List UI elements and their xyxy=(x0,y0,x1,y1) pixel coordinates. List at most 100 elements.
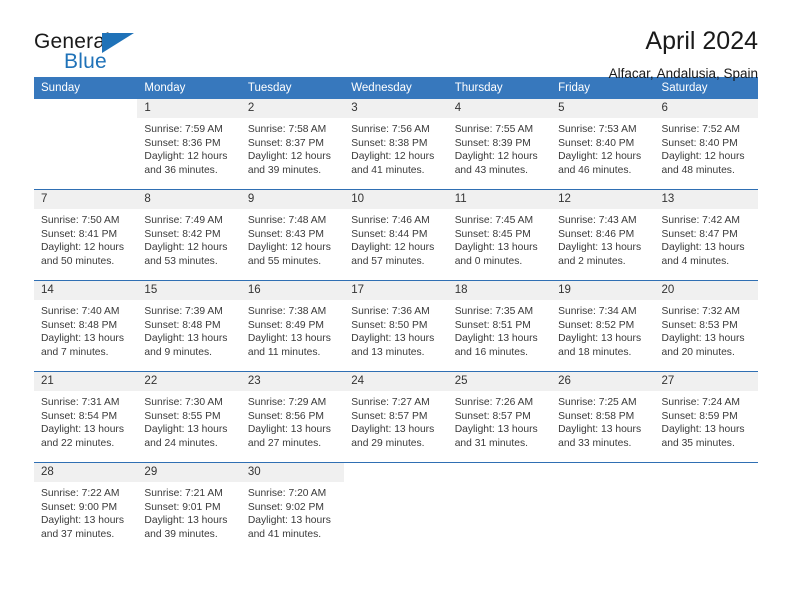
calendar-day-cell[interactable]: 25 Sunrise: 7:26 AM Sunset: 8:57 PM Dayligh… xyxy=(447,371,552,463)
day-cell-content: 22 Sunrise: 7:30 AM Sunset: 8:55 PM Dayligh… xyxy=(137,372,241,462)
day-details: Sunrise: 7:52 AM Sunset: 8:40 PM Daylight:… xyxy=(655,118,758,177)
day-details: Sunrise: 7:35 AM Sunset: 8:51 PM Daylight:… xyxy=(448,300,551,359)
calendar-empty-cell xyxy=(551,462,655,553)
day-cell-content xyxy=(551,463,654,553)
daylight-text-line2: and 41 minutes. xyxy=(247,528,322,540)
calendar-day-cell[interactable]: 6 Sunrise: 7:52 AM Sunset: 8:40 PM Daylight… xyxy=(654,99,758,190)
weekday-header-wednesday: Wednesday xyxy=(344,77,448,99)
calendar-day-cell[interactable]: 12 Sunrise: 7:43 AM Sunset: 8:46 PM Dayligh… xyxy=(551,189,655,281)
day-number: 2 xyxy=(240,99,345,118)
sunrise-text: Sunrise: 7:20 AM xyxy=(247,488,327,499)
calendar-day-cell[interactable]: 23 Sunrise: 7:29 AM Sunset: 8:56 PM Dayligh… xyxy=(240,371,345,463)
calendar-day-cell[interactable]: 9 Sunrise: 7:48 AM Sunset: 8:43 PM Daylight… xyxy=(240,189,345,281)
daylight-text-line2: and 55 minutes. xyxy=(247,255,322,267)
sunrise-text: Sunrise: 7:53 AM xyxy=(558,124,637,135)
brand-logo[interactable]: General Blue xyxy=(34,28,154,76)
day-number: 15 xyxy=(137,281,241,300)
calendar-day-cell[interactable]: 29 Sunrise: 7:21 AM Sunset: 9:01 PM Dayligh… xyxy=(137,462,241,553)
calendar-day-cell[interactable]: 22 Sunrise: 7:30 AM Sunset: 8:55 PM Dayligh… xyxy=(137,371,241,463)
daylight-text-line2: and 33 minutes. xyxy=(558,437,632,449)
daylight-text-line2: and 29 minutes. xyxy=(351,437,425,449)
sunrise-text: Sunrise: 7:43 AM xyxy=(558,215,637,226)
day-cell-content xyxy=(448,463,551,553)
daylight-text-line2: and 37 minutes. xyxy=(41,528,115,540)
sunset-text: Sunset: 8:55 PM xyxy=(144,410,221,422)
page-header: General Blue April 2024 Alfacar, Andalus… xyxy=(34,0,758,82)
calendar-day-cell[interactable]: 16 Sunrise: 7:38 AM Sunset: 8:49 PM Dayligh… xyxy=(240,280,345,372)
calendar-day-cell[interactable]: 30 Sunrise: 7:20 AM Sunset: 9:02 PM Dayligh… xyxy=(240,462,345,553)
day-cell-content: 20 Sunrise: 7:32 AM Sunset: 8:53 PM Dayligh… xyxy=(654,281,758,371)
daylight-text-line1: Daylight: 13 hours xyxy=(351,424,435,436)
calendar-day-cell[interactable]: 13 Sunrise: 7:42 AM Sunset: 8:47 PM Dayligh… xyxy=(654,189,758,281)
day-cell-content: 29 Sunrise: 7:21 AM Sunset: 9:01 PM Dayligh… xyxy=(137,463,241,553)
daylight-text-line2: and 39 minutes. xyxy=(144,528,218,540)
day-details: Sunrise: 7:39 AM Sunset: 8:48 PM Daylight:… xyxy=(137,300,240,359)
daylight-text-line2: and 57 minutes. xyxy=(351,255,425,267)
calendar-day-cell[interactable]: 18 Sunrise: 7:35 AM Sunset: 8:51 PM Dayligh… xyxy=(447,280,552,372)
daylight-text-line1: Daylight: 13 hours xyxy=(41,515,124,527)
sunset-text: Sunset: 8:53 PM xyxy=(661,319,738,331)
day-cell-content: 12 Sunrise: 7:43 AM Sunset: 8:46 PM Dayligh… xyxy=(551,190,655,280)
sunset-text: Sunset: 8:47 PM xyxy=(661,228,738,240)
calendar-day-cell[interactable]: 19 Sunrise: 7:34 AM Sunset: 8:52 PM Dayligh… xyxy=(551,280,655,372)
daylight-text-line1: Daylight: 13 hours xyxy=(144,424,228,436)
daylight-text-line1: Daylight: 13 hours xyxy=(558,242,642,254)
calendar-day-cell[interactable]: 26 Sunrise: 7:25 AM Sunset: 8:58 PM Dayligh… xyxy=(551,371,655,463)
calendar-day-cell[interactable]: 1 Sunrise: 7:59 AM Sunset: 8:36 PM Daylight… xyxy=(137,99,241,190)
calendar-day-cell[interactable]: 11 Sunrise: 7:45 AM Sunset: 8:45 PM Dayligh… xyxy=(447,189,552,281)
sunrise-text: Sunrise: 7:36 AM xyxy=(351,306,430,317)
sunrise-text: Sunrise: 7:49 AM xyxy=(144,215,223,226)
day-details: Sunrise: 7:40 AM Sunset: 8:48 PM Daylight:… xyxy=(34,300,137,359)
calendar-day-cell[interactable]: 20 Sunrise: 7:32 AM Sunset: 8:53 PM Dayligh… xyxy=(654,280,758,372)
calendar-day-cell[interactable]: 8 Sunrise: 7:49 AM Sunset: 8:42 PM Daylight… xyxy=(137,189,241,281)
calendar-day-cell[interactable]: 21 Sunrise: 7:31 AM Sunset: 8:54 PM Dayligh… xyxy=(34,371,138,463)
daylight-text-line1: Daylight: 12 hours xyxy=(454,151,538,163)
daylight-text-line1: Daylight: 13 hours xyxy=(454,333,538,345)
calendar-day-cell[interactable]: 24 Sunrise: 7:27 AM Sunset: 8:57 PM Dayligh… xyxy=(344,371,448,463)
day-details: Sunrise: 7:30 AM Sunset: 8:55 PM Daylight:… xyxy=(137,391,240,450)
day-cell-content: 8 Sunrise: 7:49 AM Sunset: 8:42 PM Daylight… xyxy=(137,190,241,280)
calendar-day-cell[interactable]: 2 Sunrise: 7:58 AM Sunset: 8:37 PM Daylight… xyxy=(240,99,345,190)
daylight-text-line1: Daylight: 13 hours xyxy=(558,333,642,345)
calendar-day-cell[interactable]: 28 Sunrise: 7:22 AM Sunset: 9:00 PM Dayligh… xyxy=(34,462,138,553)
calendar-day-cell[interactable]: 14 Sunrise: 7:40 AM Sunset: 8:48 PM Dayligh… xyxy=(34,280,138,372)
calendar-day-cell[interactable]: 15 Sunrise: 7:39 AM Sunset: 8:48 PM Dayligh… xyxy=(137,280,241,372)
day-cell-content: 23 Sunrise: 7:29 AM Sunset: 8:56 PM Dayligh… xyxy=(240,372,345,462)
daylight-text-line1: Daylight: 12 hours xyxy=(351,151,435,163)
calendar-empty-cell xyxy=(654,462,758,553)
day-number xyxy=(344,463,447,482)
calendar-day-cell[interactable]: 27 Sunrise: 7:24 AM Sunset: 8:59 PM Dayligh… xyxy=(654,371,758,463)
weekday-header-monday: Monday xyxy=(137,77,241,99)
sunrise-text: Sunrise: 7:38 AM xyxy=(247,306,327,317)
location-subtitle: Alfacar, Andalusia, Spain xyxy=(608,66,758,82)
calendar-day-cell[interactable]: 3 Sunrise: 7:56 AM Sunset: 8:38 PM Daylight… xyxy=(344,99,448,190)
daylight-text-line1: Daylight: 13 hours xyxy=(41,333,124,345)
calendar-week-row: 21 Sunrise: 7:31 AM Sunset: 8:54 PM Dayligh… xyxy=(34,371,758,463)
sunset-text: Sunset: 9:00 PM xyxy=(41,501,118,513)
sunset-text: Sunset: 8:57 PM xyxy=(351,410,428,422)
day-details: Sunrise: 7:42 AM Sunset: 8:47 PM Daylight:… xyxy=(655,209,758,268)
day-details: Sunrise: 7:59 AM Sunset: 8:36 PM Daylight:… xyxy=(137,118,240,177)
daylight-text-line2: and 24 minutes. xyxy=(144,437,218,449)
day-cell-content xyxy=(34,99,137,189)
sunrise-text: Sunrise: 7:59 AM xyxy=(144,124,223,135)
calendar-day-cell[interactable]: 17 Sunrise: 7:36 AM Sunset: 8:50 PM Dayligh… xyxy=(344,280,448,372)
calendar-day-cell[interactable]: 7 Sunrise: 7:50 AM Sunset: 8:41 PM Daylight… xyxy=(34,189,138,281)
calendar-day-cell[interactable]: 5 Sunrise: 7:53 AM Sunset: 8:40 PM Daylight… xyxy=(551,99,655,190)
sunset-text: Sunset: 8:42 PM xyxy=(144,228,221,240)
sunrise-text: Sunrise: 7:27 AM xyxy=(351,397,430,408)
day-number: 4 xyxy=(447,99,552,118)
daylight-text-line1: Daylight: 13 hours xyxy=(661,424,745,436)
day-number: 13 xyxy=(654,190,758,209)
day-number: 3 xyxy=(344,99,448,118)
sunset-text: Sunset: 8:58 PM xyxy=(558,410,635,422)
sunset-text: Sunset: 8:59 PM xyxy=(661,410,738,422)
calendar-day-cell[interactable]: 4 Sunrise: 7:55 AM Sunset: 8:39 PM Daylight… xyxy=(447,99,552,190)
calendar-week-row: 14 Sunrise: 7:40 AM Sunset: 8:48 PM Dayligh… xyxy=(34,280,758,372)
daylight-text-line1: Daylight: 12 hours xyxy=(41,242,124,254)
day-cell-content: 30 Sunrise: 7:20 AM Sunset: 9:02 PM Dayligh… xyxy=(240,463,345,553)
day-details: Sunrise: 7:38 AM Sunset: 8:49 PM Daylight:… xyxy=(241,300,344,359)
day-details: Sunrise: 7:58 AM Sunset: 8:37 PM Daylight:… xyxy=(241,118,344,177)
daylight-text-line2: and 46 minutes. xyxy=(558,164,632,176)
calendar-day-cell[interactable]: 10 Sunrise: 7:46 AM Sunset: 8:44 PM Dayligh… xyxy=(344,189,448,281)
